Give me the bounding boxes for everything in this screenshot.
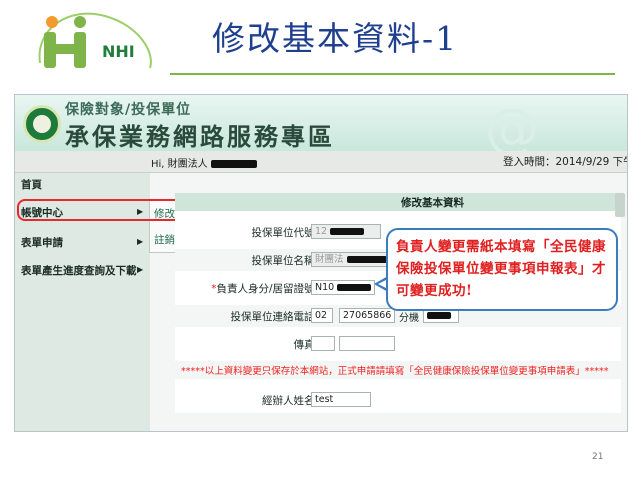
title-divider xyxy=(170,73,615,75)
phone-ext-label: 分機 xyxy=(399,313,419,324)
owner-id-value: N10 xyxy=(315,282,335,293)
unit-code-value: 12 xyxy=(315,226,328,237)
redacted-unit-name xyxy=(346,256,387,263)
owner-id-label-text: 負責人身分/居留證號： xyxy=(216,283,325,295)
owner-id-label: *負責人身分/居留證號： xyxy=(189,281,325,296)
form-title: 修改基本資料 xyxy=(401,197,464,209)
unit-name-field[interactable]: 財團法 xyxy=(311,252,391,267)
login-time: 登入時間：2014/9/29 下午 0 xyxy=(503,156,627,168)
unit-name-value: 財團法 xyxy=(315,254,344,265)
scrollbar-thumb[interactable] xyxy=(615,193,625,217)
owner-id-field[interactable]: N10 xyxy=(311,280,375,295)
handler-label: 經辦人姓名： xyxy=(262,395,325,407)
phone-area-field[interactable]: 02 xyxy=(311,308,333,323)
handler-field[interactable]: test xyxy=(311,392,371,407)
callout-text: 負責人變更需紙本填寫「全民健康保險投保單位變更事項申報表」才可變更成功! xyxy=(396,239,606,299)
form-row-bg xyxy=(175,413,621,431)
phone-number-field[interactable]: 27065866 xyxy=(339,308,395,323)
fax-number-field[interactable] xyxy=(339,336,395,351)
redacted-name xyxy=(210,160,257,168)
slide-title: 修改基本資料-1 xyxy=(212,19,459,58)
unit-code-label: 投保單位代號： xyxy=(251,227,326,239)
redacted-owner-id xyxy=(337,284,372,291)
nhi-logo: NHI xyxy=(30,8,160,78)
fax-label: 傳真： xyxy=(293,339,326,351)
fax-area-field[interactable] xyxy=(311,336,335,351)
unit-code-field[interactable]: 12 xyxy=(311,224,381,239)
nav-item-progress-download[interactable]: 表單產生進度查詢及下載 xyxy=(21,263,137,278)
nav-item-home[interactable]: 首頁 xyxy=(21,177,42,192)
page-number: 21 xyxy=(592,452,604,462)
phone-label: 投保單位連絡電話： xyxy=(230,311,326,323)
unit-name-label: 投保單位名稱： xyxy=(251,255,326,267)
chevron-right-icon: ▶ xyxy=(137,237,144,246)
banner-title: 承保業務網路服務專區 xyxy=(65,122,335,151)
chevron-right-icon: ▶ xyxy=(137,265,144,274)
nhi-emblem-icon xyxy=(23,105,61,143)
form-header-bar xyxy=(175,193,621,211)
notice-text: *****以上資料變更只保存於本網站，正式申請請填寫「全民健康保險投保單位變更事… xyxy=(181,366,609,377)
banner-subtitle: 保險對象/投保單位 xyxy=(65,102,192,118)
redacted-unit-code xyxy=(330,228,365,235)
greeting-text: Hi, 財團法人 xyxy=(151,159,208,170)
nav-item-form-application[interactable]: 表單申請 xyxy=(21,235,63,250)
site-banner: 保險對象/投保單位 承保業務網路服務專區 @ xyxy=(15,95,627,160)
redacted-ext xyxy=(427,312,451,319)
logo-text: NHI xyxy=(102,42,135,61)
greeting: Hi, 財團法人 xyxy=(151,155,257,170)
